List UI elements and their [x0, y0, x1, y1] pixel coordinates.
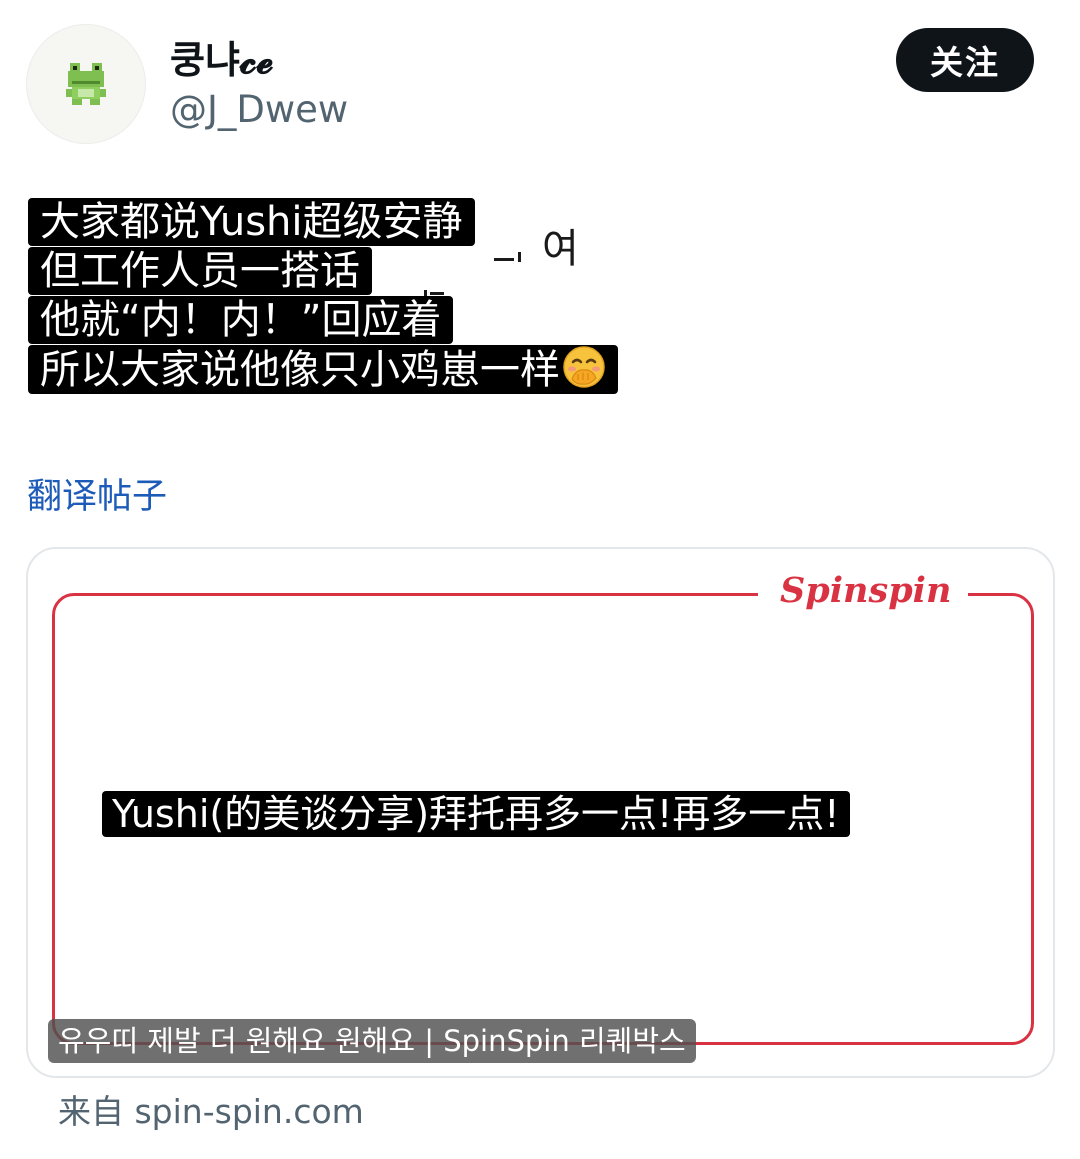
post-line: 但工作人员一搭话 — [28, 247, 728, 296]
text-sticker-label: 所以大家说他像只小鸡崽一样 — [40, 347, 560, 393]
link-source-domain[interactable]: 来自 spin-spin.com — [58, 1090, 364, 1134]
spinspin-logo: Spinspin — [780, 570, 952, 611]
card-title-caption: 유우띠 제발 더 원해요 원해요 | SpinSpin 리퀘박스 — [48, 1019, 696, 1063]
text-sticker: 他就“内！内！”回应着 — [28, 296, 454, 344]
frog-icon — [66, 63, 106, 105]
translate-post-link[interactable]: 翻译帖子 — [27, 474, 167, 520]
post-line: 他就“内！内！”回应着 — [28, 296, 728, 345]
text-sticker: 大家都说Yushi超级安静 — [28, 198, 475, 246]
post-line: 所以大家说他像只小鸡崽一样 — [28, 345, 728, 394]
avatar[interactable] — [26, 24, 146, 144]
display-name[interactable]: 쿵냐𝓬𝓮 — [170, 36, 273, 84]
text-sticker: 但工作人员一搭话 — [28, 247, 372, 295]
follow-button[interactable]: 关注 — [896, 28, 1034, 92]
face-with-hand-over-mouth-icon — [563, 346, 605, 388]
link-preview-card[interactable]: Spinspin Yushi(的美谈分享)拜托再多一点!再多一点! 유우띠 제발… — [26, 547, 1055, 1078]
user-handle[interactable]: @J_Dwew — [170, 86, 348, 134]
card-headline-sticker: Yushi(的美谈分享)拜托再多一点!再多一点! — [102, 791, 850, 837]
text-sticker: 所以大家说他像只小鸡崽一样 — [28, 345, 618, 394]
post-line: 大家都说Yushi超级安静 — [28, 198, 728, 247]
post-text: 여 大家都说Yushi超级安静 但工作人员一搭话 他就“内！内！”回应着 所以大… — [28, 198, 728, 394]
